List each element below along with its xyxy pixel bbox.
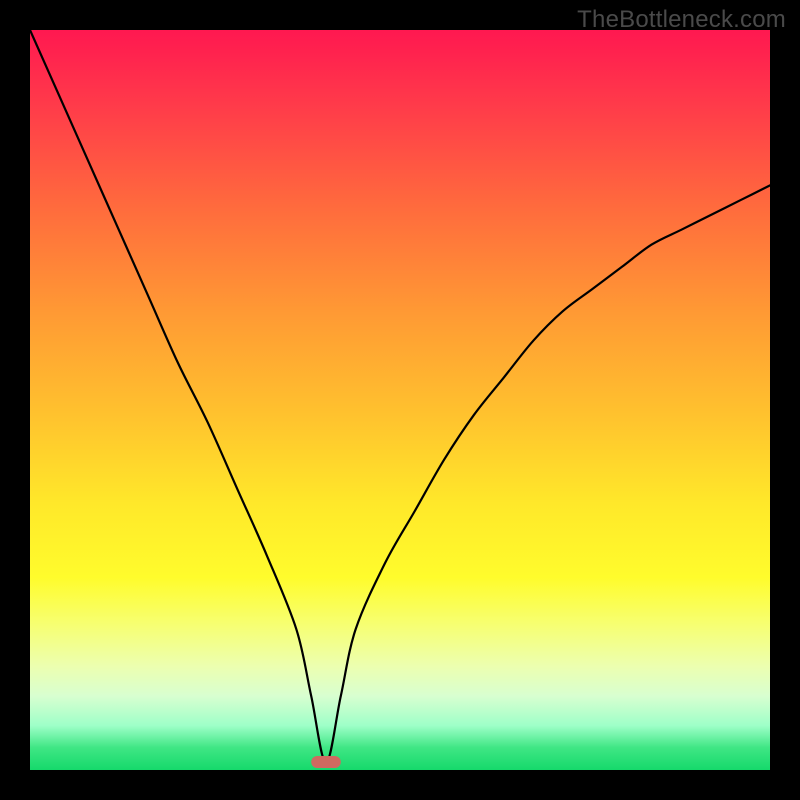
curve-svg [30,30,770,770]
watermark-text: TheBottleneck.com [577,6,786,34]
chart-frame: TheBottleneck.com [0,0,800,800]
min-marker [311,756,341,768]
bottleneck-curve [30,30,770,763]
plot-area [30,30,770,770]
